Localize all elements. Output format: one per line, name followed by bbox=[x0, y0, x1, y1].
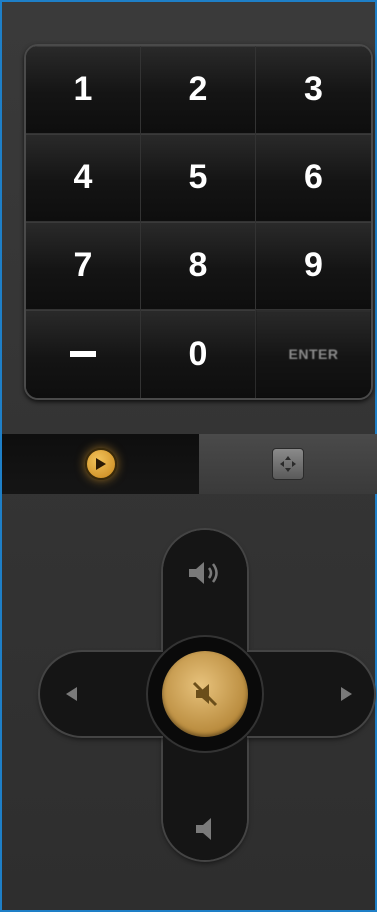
tab-playback[interactable] bbox=[2, 434, 199, 494]
volume-down-button[interactable] bbox=[183, 804, 227, 854]
volume-up-button[interactable] bbox=[183, 548, 227, 598]
key-9[interactable]: 9 bbox=[256, 222, 371, 310]
left-arrow-button[interactable] bbox=[52, 672, 92, 716]
number-keypad: 1 2 3 4 5 6 7 8 9 0 ENTER bbox=[24, 44, 373, 400]
key-2[interactable]: 2 bbox=[141, 46, 256, 134]
key-6[interactable]: 6 bbox=[256, 134, 371, 222]
dpad-icon bbox=[272, 448, 304, 480]
mode-tabs bbox=[2, 434, 377, 494]
key-5[interactable]: 5 bbox=[141, 134, 256, 222]
key-8[interactable]: 8 bbox=[141, 222, 256, 310]
key-4[interactable]: 4 bbox=[26, 134, 141, 222]
key-7[interactable]: 7 bbox=[26, 222, 141, 310]
volume-up-icon bbox=[189, 562, 218, 584]
enter-button[interactable]: ENTER bbox=[256, 310, 371, 398]
right-arrow-button[interactable] bbox=[326, 672, 366, 716]
mute-icon bbox=[192, 681, 218, 707]
left-arrow-icon bbox=[66, 687, 77, 701]
tab-navigation[interactable] bbox=[199, 434, 377, 494]
dash-icon bbox=[70, 351, 96, 357]
play-icon bbox=[84, 448, 117, 480]
key-1[interactable]: 1 bbox=[26, 46, 141, 134]
right-arrow-icon bbox=[341, 687, 352, 701]
key-0[interactable]: 0 bbox=[141, 310, 256, 398]
volume-down-icon bbox=[196, 818, 211, 840]
key-3[interactable]: 3 bbox=[256, 46, 371, 134]
mute-button[interactable] bbox=[162, 651, 248, 737]
key-dash[interactable] bbox=[26, 310, 141, 398]
